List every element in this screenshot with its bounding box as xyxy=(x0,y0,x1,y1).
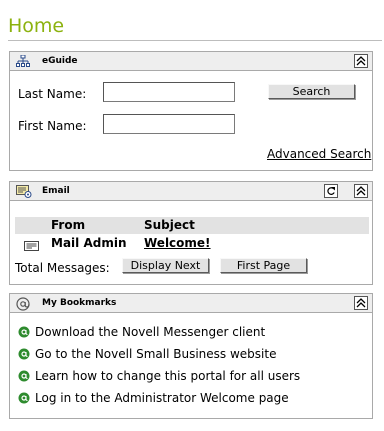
bookmark-item[interactable]: Log in to the Administrator Welcome page xyxy=(18,391,289,407)
column-subject[interactable]: Subject xyxy=(144,218,195,232)
bookmark-item[interactable]: Learn how to change this portal for all … xyxy=(18,369,300,385)
title-divider xyxy=(8,40,382,41)
collapse-up-icon[interactable] xyxy=(354,296,368,310)
bookmarks-panel: My Bookmarks Download the Novell Messeng… xyxy=(9,293,373,419)
message-subject-link[interactable]: Welcome! xyxy=(144,236,211,250)
org-chart-icon xyxy=(16,54,30,67)
first-page-button[interactable]: First Page xyxy=(220,258,307,273)
email-icon xyxy=(16,185,32,198)
display-next-button[interactable]: Display Next xyxy=(122,258,209,273)
bookmark-label[interactable]: Go to the Novell Small Business website xyxy=(35,347,276,361)
column-from[interactable]: From xyxy=(51,218,85,232)
message-from: Mail Admin xyxy=(51,236,127,250)
bookmark-label[interactable]: Download the Novell Messenger client xyxy=(35,325,265,339)
bookmark-at-icon xyxy=(18,392,30,407)
eguide-title: eGuide xyxy=(42,56,78,66)
bookmark-label[interactable]: Learn how to change this portal for all … xyxy=(35,369,300,383)
email-panel: Email From Subject Mail Admin Welcome! T… xyxy=(9,181,373,285)
message-icon xyxy=(24,237,40,256)
bookmark-item[interactable]: Download the Novell Messenger client xyxy=(18,325,265,341)
email-header: Email xyxy=(10,182,372,201)
bookmark-item[interactable]: Go to the Novell Small Business website xyxy=(18,347,276,363)
bookmarks-title: My Bookmarks xyxy=(42,298,117,308)
eguide-header: eGuide xyxy=(10,52,372,71)
bookmark-label[interactable]: Log in to the Administrator Welcome page xyxy=(35,391,289,405)
last-name-label: Last Name: xyxy=(18,87,87,101)
bookmark-at-icon xyxy=(18,348,30,363)
bookmark-at-icon xyxy=(18,326,30,341)
bookmarks-header: My Bookmarks xyxy=(10,294,372,313)
page-title: Home xyxy=(8,15,65,37)
bookmark-at-icon xyxy=(18,370,30,385)
collapse-up-icon[interactable] xyxy=(354,184,368,198)
first-name-label: First Name: xyxy=(18,119,87,133)
email-title: Email xyxy=(42,186,70,196)
first-name-field[interactable] xyxy=(103,114,235,134)
total-messages-label: Total Messages: xyxy=(15,261,110,275)
last-name-field[interactable] xyxy=(103,82,235,102)
refresh-icon[interactable] xyxy=(324,184,338,198)
collapse-up-icon[interactable] xyxy=(354,54,368,68)
advanced-search-link[interactable]: Advanced Search xyxy=(267,147,371,161)
at-sign-icon xyxy=(16,297,30,311)
eguide-panel: eGuide Last Name: Search First Name: Adv… xyxy=(9,51,373,171)
search-button[interactable]: Search xyxy=(268,84,355,99)
